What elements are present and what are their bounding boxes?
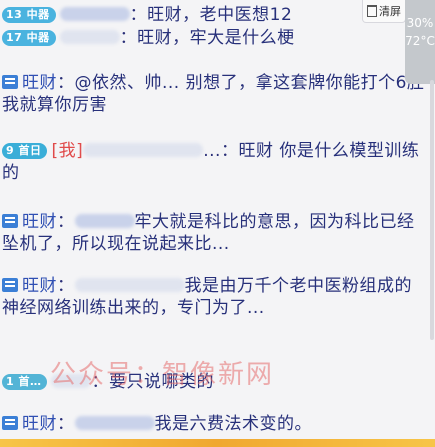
blurred-username	[74, 278, 185, 292]
self-tag: [我]	[51, 141, 84, 161]
message-text: 要只说哪类的	[108, 372, 214, 392]
fan-badge: 1 首…	[2, 374, 48, 390]
blurred-username	[51, 374, 92, 388]
scrollbar[interactable]	[430, 80, 434, 340]
blurred-username	[59, 7, 130, 21]
clear-screen-label: 清屏	[379, 5, 401, 18]
chat-message: 旺财： 牢大就是科比的意思，因为科比已经坠机了，所以现在说起来比...	[2, 212, 415, 254]
blurred-username	[74, 214, 135, 228]
username: 旺财	[22, 276, 57, 296]
chat-message: 1 首… ：要只说哪类的	[2, 371, 427, 393]
trash-icon	[367, 5, 377, 17]
fan-badge: 17 中器	[2, 30, 56, 46]
chat-message: 17 中器 ：旺财，牢大是什么梗	[2, 27, 427, 49]
fan-badge: 13 中器	[2, 7, 56, 23]
message-text: 旺财，老中医想12	[147, 5, 293, 25]
blurred-username	[74, 416, 155, 430]
chat-message: 旺财： 我是六费法术变的。	[2, 413, 427, 435]
clear-screen-button[interactable]: 清屏	[362, 0, 406, 23]
username: 旺财	[22, 73, 57, 93]
cpu-percent: 30%	[406, 16, 434, 30]
chat-message: 旺财： 我是由万千个老中医粉组成的神经网络训练出来的，专门为了...	[2, 276, 412, 318]
anchor-icon	[2, 416, 18, 430]
danmaku-chat: 13 中器 ：旺财，老中医想12 17 中器 ：旺财，牢大是什么梗 旺财：@依然、帅…	[0, 0, 435, 447]
username: 旺财	[22, 414, 57, 434]
anchor-icon	[2, 214, 18, 228]
bottom-strip	[0, 439, 435, 447]
temperature: 72°C	[405, 34, 435, 48]
anchor-icon	[2, 75, 18, 89]
chat-message: 9 首日 [我] ...：旺财 你是什么模型训练的	[2, 141, 420, 183]
anchor-icon	[2, 278, 18, 292]
username: 旺财	[22, 212, 57, 232]
blurred-username	[83, 143, 204, 157]
message-text: 我是六费法术变的。	[154, 414, 312, 434]
chat-message: 旺财：@依然、帅... 别想了，拿这套牌你能打个6胜我就算你厉害	[2, 73, 425, 115]
message-text: 旺财，牢大是什么梗	[137, 28, 295, 48]
status-panel: 30% 72°C	[405, 0, 435, 84]
fan-badge: 9 首日	[2, 143, 48, 159]
blurred-username	[59, 30, 120, 44]
